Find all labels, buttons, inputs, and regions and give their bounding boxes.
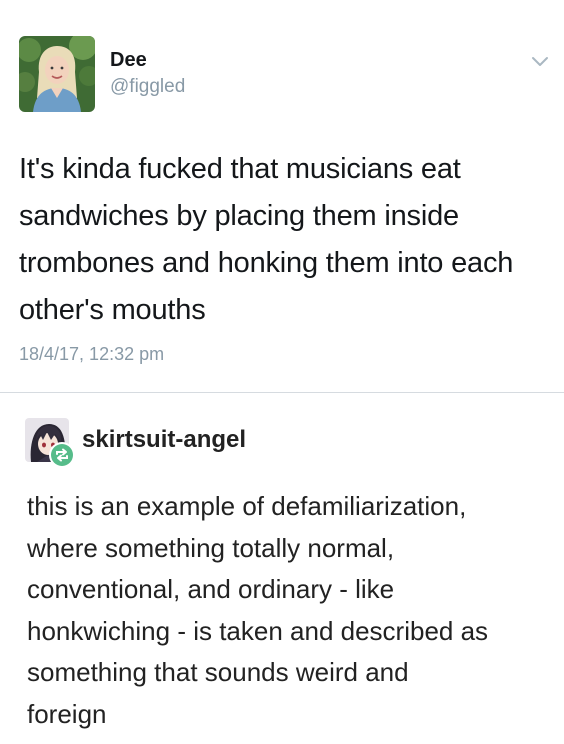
blog-name[interactable]: skirtsuit-angel	[82, 425, 246, 455]
reblog-text-line: this is an example of defamiliarization,	[27, 491, 467, 521]
tweet-text-line: other's mouths	[19, 294, 206, 326]
user-handle[interactable]: @figgled	[110, 76, 185, 98]
reblog-text-line: honkwiching - is taken and described as	[27, 615, 489, 646]
reblog-text: this is an example of defamiliarization,…	[27, 486, 557, 735]
tweet-card: Dee @figgled It's kinda fucked that musi…	[0, 0, 564, 392]
tweet-timestamp[interactable]: 18/4/17, 12:32 pm	[19, 343, 164, 365]
tweet-text: It's kinda fucked that musicians eat san…	[19, 146, 554, 334]
tweet-text-line: It's kinda fucked that musicians eat	[19, 153, 461, 185]
chevron-down-icon[interactable]	[527, 48, 553, 74]
display-name[interactable]: Dee	[110, 48, 147, 72]
section-divider	[0, 392, 564, 393]
tweet-text-line: sandwiches by placing them inside	[19, 200, 459, 232]
reblog-icon	[56, 448, 68, 462]
reblog-text-line: something that sounds weird and	[27, 657, 409, 687]
reblog-text-line: conventional, and ordinary - like	[27, 574, 395, 604]
blog-avatar[interactable]	[25, 418, 77, 470]
user-avatar[interactable]	[19, 36, 95, 112]
reblog-badge	[49, 442, 75, 468]
tweet-text-line: trombones and honking them into each	[19, 247, 514, 279]
reblog-text-line: foreign	[27, 698, 107, 729]
screenshot: Dee @figgled It's kinda fucked that musi…	[0, 0, 564, 744]
profile-photo	[19, 36, 95, 112]
reblog-text-line: where something totally normal,	[27, 532, 395, 563]
